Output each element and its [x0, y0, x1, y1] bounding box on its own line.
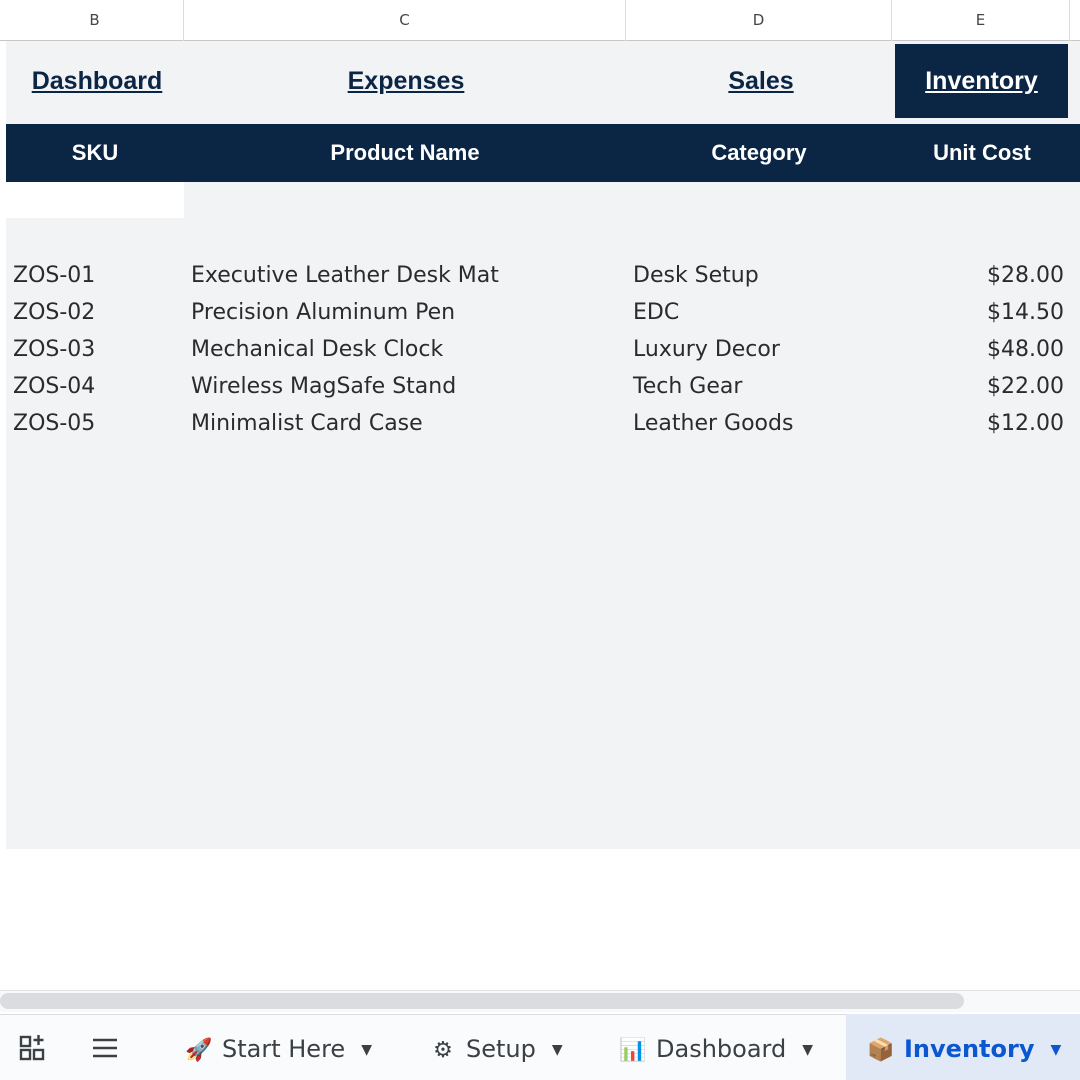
cell-sku[interactable]: ZOS-05 [13, 405, 95, 442]
nav-link-dashboard[interactable]: Dashboard [10, 44, 184, 118]
column-header-c[interactable]: C [184, 0, 626, 41]
bar-chart-icon: 📊 [619, 1038, 647, 1063]
chevron-down-icon[interactable]: ▼ [1050, 1015, 1061, 1080]
cell-unit-cost[interactable]: $14.50 [987, 294, 1064, 331]
sheet-tab-label: Setup [466, 1035, 536, 1063]
cell-unit-cost[interactable]: $48.00 [987, 331, 1064, 368]
package-icon: 📦 [867, 1038, 895, 1063]
empty-cell[interactable] [6, 182, 184, 218]
header-product-name[interactable]: Product Name [184, 124, 626, 182]
header-unit-cost[interactable]: Unit Cost [892, 124, 1072, 182]
horizontal-scrollbar-thumb[interactable] [0, 993, 964, 1009]
cell-unit-cost[interactable]: $22.00 [987, 368, 1064, 405]
header-sku[interactable]: SKU [6, 124, 184, 182]
table-row[interactable]: ZOS-02 Precision Aluminum Pen EDC $14.50 [0, 294, 1080, 331]
cell-category[interactable]: Luxury Decor [633, 331, 780, 368]
gear-icon: ⚙ [433, 1038, 453, 1063]
chevron-down-icon[interactable]: ▼ [802, 1015, 813, 1080]
rocket-icon: 🚀 [185, 1038, 213, 1063]
cell-product-name[interactable]: Mechanical Desk Clock [191, 331, 443, 368]
header-category[interactable]: Category [626, 124, 892, 182]
cell-sku[interactable]: ZOS-01 [13, 257, 95, 294]
table-row[interactable]: ZOS-05 Minimalist Card Case Leather Good… [0, 405, 1080, 442]
column-header-strip: B C D E [0, 0, 1080, 41]
nav-link-inventory[interactable]: Inventory [895, 44, 1068, 118]
cell-product-name[interactable]: Executive Leather Desk Mat [191, 257, 499, 294]
cell-sku[interactable]: ZOS-02 [13, 294, 95, 331]
cell-product-name[interactable]: Minimalist Card Case [191, 405, 423, 442]
column-header-e[interactable]: E [892, 0, 1070, 41]
sheet-tab-setup[interactable]: ⚙ Setup ▼ [416, 1014, 596, 1080]
cell-unit-cost[interactable]: $28.00 [987, 257, 1064, 294]
all-sheets-menu-icon[interactable] [89, 1032, 121, 1064]
cell-category[interactable]: Tech Gear [633, 368, 742, 405]
sheet-tab-inventory[interactable]: 📦 Inventory ▼ [846, 1014, 1080, 1080]
cell-category[interactable]: Leather Goods [633, 405, 793, 442]
cell-product-name[interactable]: Precision Aluminum Pen [191, 294, 455, 331]
cell-unit-cost[interactable]: $12.00 [987, 405, 1064, 442]
nav-link-expenses[interactable]: Expenses [188, 44, 624, 118]
cell-category[interactable]: EDC [633, 294, 679, 331]
sheet-tab-label: Inventory [904, 1035, 1035, 1063]
chevron-down-icon[interactable]: ▼ [552, 1015, 563, 1080]
table-row[interactable]: ZOS-04 Wireless MagSafe Stand Tech Gear … [0, 368, 1080, 405]
inventory-table: ZOS-01 Executive Leather Desk Mat Desk S… [0, 257, 1080, 442]
column-header-b[interactable]: B [6, 0, 184, 41]
cell-sku[interactable]: ZOS-04 [13, 368, 95, 405]
sheet-tab-label: Dashboard [656, 1035, 787, 1063]
sheet-tab-label: Start Here [222, 1035, 346, 1063]
cell-sku[interactable]: ZOS-03 [13, 331, 95, 368]
cell-product-name[interactable]: Wireless MagSafe Stand [191, 368, 456, 405]
sheet-tab-dashboard[interactable]: 📊 Dashboard ▼ [606, 1014, 842, 1080]
add-sheet-icon[interactable] [18, 1032, 50, 1064]
table-row[interactable]: ZOS-03 Mechanical Desk Clock Luxury Deco… [0, 331, 1080, 368]
sheet-tab-start-here[interactable]: 🚀 Start Here ▼ [172, 1014, 408, 1080]
nav-link-sales[interactable]: Sales [630, 44, 892, 118]
column-header-d[interactable]: D [626, 0, 892, 41]
cell-category[interactable]: Desk Setup [633, 257, 759, 294]
chevron-down-icon[interactable]: ▼ [361, 1015, 372, 1080]
table-row[interactable]: ZOS-01 Executive Leather Desk Mat Desk S… [0, 257, 1080, 294]
